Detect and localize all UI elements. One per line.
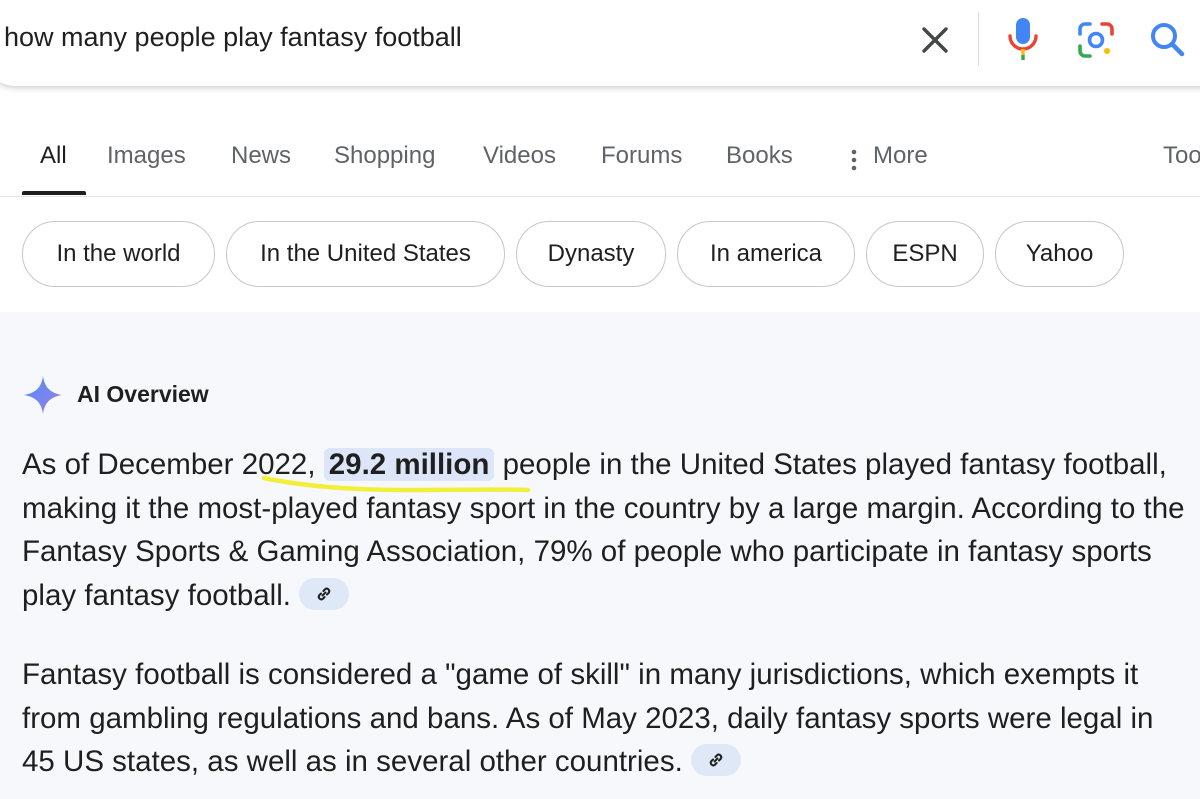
tab-forums[interactable]: Forums <box>601 142 682 170</box>
microphone-icon[interactable] <box>1006 16 1040 62</box>
search-bar-divider <box>978 12 979 66</box>
paragraph-text: , <box>307 448 324 481</box>
ai-overview-panel: AI Overview As of December 2022, 29.2 mi… <box>0 312 1200 799</box>
search-results-page: how many people play fantasy football Al… <box>0 0 1200 799</box>
vertical-dots-icon <box>851 148 857 172</box>
close-icon[interactable] <box>916 20 954 60</box>
link-icon[interactable] <box>690 744 741 777</box>
paragraph-text: As of December <box>22 448 242 481</box>
tab-videos[interactable]: Videos <box>483 142 556 170</box>
sparkle-icon <box>22 374 64 416</box>
tab-all[interactable]: All <box>40 142 67 170</box>
tab-books[interactable]: Books <box>726 142 793 170</box>
tab-images[interactable]: Images <box>107 142 186 170</box>
chip-yahoo[interactable]: Yahoo <box>995 221 1124 287</box>
search-tabs: All Images News Shopping Videos Forums B… <box>0 128 1200 196</box>
chip-in-the-world[interactable]: In the world <box>22 221 215 287</box>
ai-overview-paragraph-2: Fantasy football is considered a "game o… <box>22 653 1192 784</box>
tab-news[interactable]: News <box>231 142 291 170</box>
chip-in-america[interactable]: In america <box>677 221 855 287</box>
search-input[interactable]: how many people play fantasy football <box>4 22 462 53</box>
year-text: 2022 <box>241 448 308 481</box>
link-icon[interactable] <box>298 577 349 610</box>
search-bar: how many people play fantasy football <box>0 0 1200 86</box>
camera-lens-icon[interactable] <box>1076 20 1116 60</box>
tab-shopping[interactable]: Shopping <box>334 142 435 170</box>
chip-espn[interactable]: ESPN <box>866 221 984 287</box>
tab-more[interactable]: More <box>873 142 928 170</box>
search-icon[interactable] <box>1146 18 1190 62</box>
active-tab-indicator <box>22 191 86 195</box>
ai-overview-paragraph-1: As of December 2022, 29.2 million people… <box>22 443 1192 617</box>
ai-overview-title: AI Overview <box>77 381 209 407</box>
paragraph-text: Fantasy football is considered a "game o… <box>22 658 1154 778</box>
tab-tools[interactable]: Too <box>1163 142 1200 170</box>
tabs-divider <box>0 196 1200 197</box>
chip-dynasty[interactable]: Dynasty <box>516 221 666 287</box>
chip-in-the-united-states[interactable]: In the United States <box>226 221 505 287</box>
highlighted-answer: 29.2 million <box>323 448 495 481</box>
